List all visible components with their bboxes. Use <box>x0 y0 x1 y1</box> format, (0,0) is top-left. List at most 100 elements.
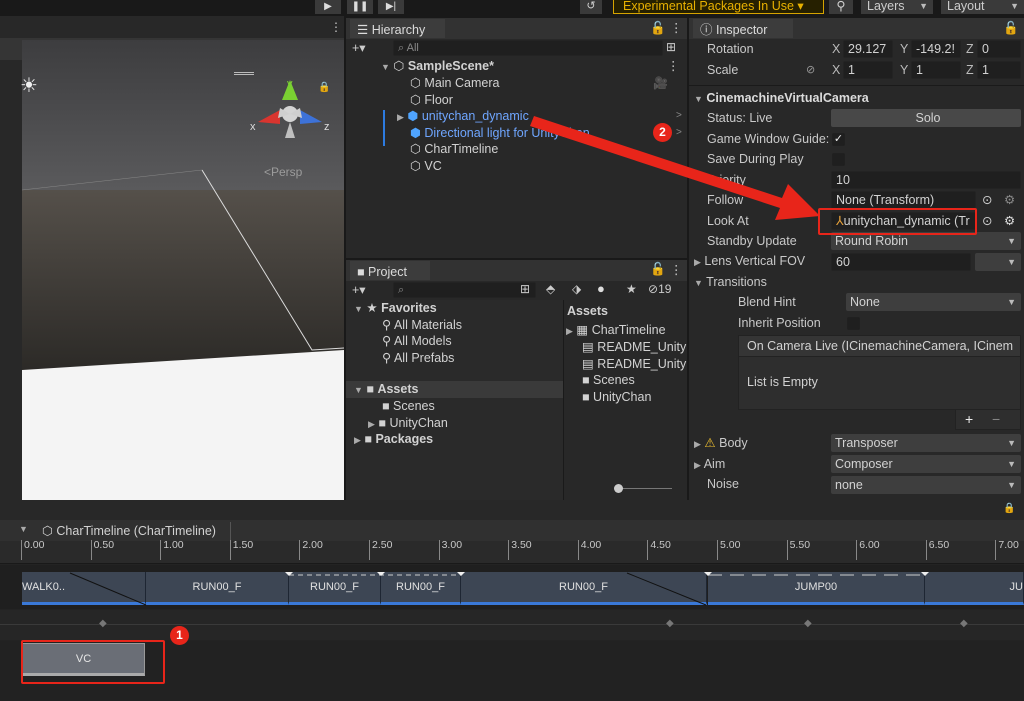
keyframe-icon[interactable]: ◆ <box>99 618 107 629</box>
hierarchy-item-main-camera[interactable]: ⬡ Main Camera <box>410 75 499 92</box>
zoom-slider[interactable] <box>616 488 672 489</box>
solo-button[interactable]: Solo <box>831 109 1021 127</box>
asset-unitychan[interactable]: ■ UnityChan <box>582 389 651 406</box>
pause-button[interactable]: ❚❚ <box>347 0 373 14</box>
step-button[interactable]: ▶| <box>378 0 404 14</box>
packages-row[interactable]: ▶ ■ Packages <box>354 431 433 448</box>
lock-icon[interactable]: 🔓 <box>650 21 666 36</box>
noise-dropdown[interactable]: none ▼ <box>831 476 1021 494</box>
hierarchy-item-chartimeline[interactable]: ⬡ CharTimeline <box>410 141 498 158</box>
scene-row[interactable]: ▼ ⬡ SampleScene* ⋮ <box>381 58 681 75</box>
body-dropdown[interactable]: Transposer ▼ <box>831 434 1021 452</box>
asset-chartimeline[interactable]: ▶ ▦ CharTimeline <box>566 322 666 339</box>
assets-scenes[interactable]: ■ Scenes <box>382 398 435 415</box>
project-search-input[interactable]: ⌕ <box>393 282 536 298</box>
favorite-all-prefabs[interactable]: ⚲ All Prefabs <box>382 350 454 367</box>
layers-label: Layers <box>867 0 905 13</box>
inherit-position-checkbox[interactable] <box>847 317 860 330</box>
scene-menu-icon[interactable]: ⋮ <box>330 20 342 34</box>
assets-row[interactable]: ▼ ■ Assets <box>354 381 418 398</box>
packages-label: Packages <box>375 432 434 446</box>
breadcrumb[interactable]: ⬡ CharTimeline (CharTimeline) <box>42 522 231 540</box>
blend-overlays <box>69 572 929 606</box>
tab-inspector[interactable]: ⓘ Inspector <box>693 19 793 38</box>
hierarchy-item-floor[interactable]: ⬡ Floor <box>410 92 453 109</box>
favorite-all-materials[interactable]: ⚲ All Materials <box>382 317 462 334</box>
hierarchy-search-input[interactable]: ⌕ All <box>393 40 663 56</box>
follow-field[interactable]: None (Transform) <box>831 191 976 209</box>
priority-input[interactable]: 10 <box>831 171 1021 189</box>
lock-icon[interactable]: 🔒 <box>1003 503 1015 514</box>
asset-readme-2[interactable]: ▤ README_Unity <box>582 356 686 373</box>
perspective-label[interactable]: <Persp <box>264 165 302 179</box>
tab-hierarchy[interactable]: ☰ Hierarchy <box>350 19 445 38</box>
search-options-icon[interactable]: ⊞ <box>666 40 676 54</box>
lock-icon[interactable]: 🔓 <box>650 262 666 277</box>
lens-preset-dropdown[interactable]: ▼ <box>975 253 1021 271</box>
rotation-z-input[interactable]: 0 <box>977 40 1021 58</box>
favorite-star-icon[interactable]: ★ <box>626 282 637 296</box>
hidden-packages-toggle[interactable]: ⊘19 <box>648 282 671 296</box>
aim-dropdown[interactable]: Composer ▼ <box>831 455 1021 473</box>
rotation-x-input[interactable]: 29.127 <box>843 40 893 58</box>
layers-dropdown[interactable]: Layers ▼ <box>861 0 933 14</box>
scale-x-input[interactable]: 1 <box>843 61 893 79</box>
aim-label[interactable]: ▶ Aim <box>694 454 725 475</box>
dropdown-arrow-icon[interactable]: ▼ <box>19 524 28 534</box>
hierarchy-item-vc[interactable]: ⬡ VC <box>410 158 442 175</box>
item-label: Scenes <box>593 373 635 387</box>
filter-type-icon[interactable]: ⬘ <box>546 282 555 296</box>
experimental-packages-button[interactable]: Experimental Packages In Use ▾ <box>613 0 824 14</box>
lens-fov-input[interactable]: 60 <box>831 253 971 271</box>
gameobject-icon: ⬡ <box>42 524 53 538</box>
play-button[interactable]: ▶ <box>315 0 341 14</box>
scale-y-input[interactable]: 1 <box>911 61 961 79</box>
favorites-row[interactable]: ▼ ★ Favorites <box>354 300 437 317</box>
transitions-header[interactable]: ▼ Transitions <box>694 272 767 293</box>
scale-z-input[interactable]: 1 <box>977 61 1021 79</box>
asset-readme-1[interactable]: ▤ README_Unity <box>582 339 686 356</box>
blend-hint-dropdown[interactable]: None ▼ <box>846 293 1021 311</box>
search-button[interactable]: ⚲ <box>829 0 853 14</box>
drag-handle-icon[interactable] <box>234 72 254 75</box>
hierarchy-item-unitychan-dynamic[interactable]: ▶ ⬢ unitychan_dynamic <box>397 108 529 125</box>
add-event-button[interactable]: + <box>965 411 973 427</box>
project-menu-icon[interactable]: ⋮ <box>670 262 683 277</box>
settings-gear-icon[interactable]: ⚙ <box>1004 213 1015 228</box>
keyframe-icon[interactable]: ◆ <box>960 618 968 629</box>
rotation-y-input[interactable]: -149.2! <box>911 40 961 58</box>
history-button[interactable]: ↺ <box>580 0 602 14</box>
time-tick: 0.00 <box>21 540 44 560</box>
aim-value: Composer <box>835 457 893 471</box>
zoom-slider-handle[interactable] <box>614 484 623 493</box>
create-dropdown[interactable]: +▾ <box>352 282 366 297</box>
tab-project[interactable]: ■ Project <box>350 261 430 280</box>
hierarchy-menu-icon[interactable]: ⋮ <box>670 20 683 35</box>
lock-icon[interactable]: 🔒 <box>318 82 330 93</box>
object-picker-icon[interactable]: ⊙ <box>982 213 992 228</box>
unlink-icon[interactable]: ⊘ <box>806 63 815 76</box>
object-picker-icon[interactable]: ⊙ <box>982 192 992 207</box>
keyframe-icon[interactable]: ◆ <box>804 618 812 629</box>
search-options-icon[interactable]: ⊞ <box>520 282 530 296</box>
layout-dropdown[interactable]: Layout ▼ <box>941 0 1024 14</box>
label-icon[interactable]: ⬗ <box>572 282 581 296</box>
keyframe-icon[interactable]: ◆ <box>666 618 674 629</box>
search-icon: ⚲ <box>836 0 846 13</box>
lock-icon[interactable]: 🔓 <box>1003 21 1019 36</box>
item-label: CharTimeline <box>424 142 499 156</box>
scene-menu-icon[interactable]: ⋮ <box>667 58 680 75</box>
remove-event-button[interactable]: − <box>992 411 1000 427</box>
assets-label: Assets <box>377 382 419 396</box>
body-label[interactable]: ▶ ⚠ Body <box>694 433 748 454</box>
lens-label[interactable]: ▶ Lens Vertical FOV <box>694 251 805 272</box>
gameobject-icon: ⬡ <box>410 92 421 107</box>
asset-scenes[interactable]: ■ Scenes <box>582 372 635 389</box>
search-icon: ⚲ <box>382 317 392 332</box>
component-header[interactable]: ▼ CinemachineVirtualCamera <box>694 88 869 109</box>
settings-gear-icon[interactable]: ⚙ <box>1004 192 1015 207</box>
warning-filter-icon[interactable]: ● <box>597 281 605 296</box>
favorite-all-models[interactable]: ⚲ All Models <box>382 333 452 350</box>
assets-unitychan[interactable]: ▶ ■ UnityChan <box>368 415 448 432</box>
create-dropdown[interactable]: +▾ <box>352 40 366 55</box>
